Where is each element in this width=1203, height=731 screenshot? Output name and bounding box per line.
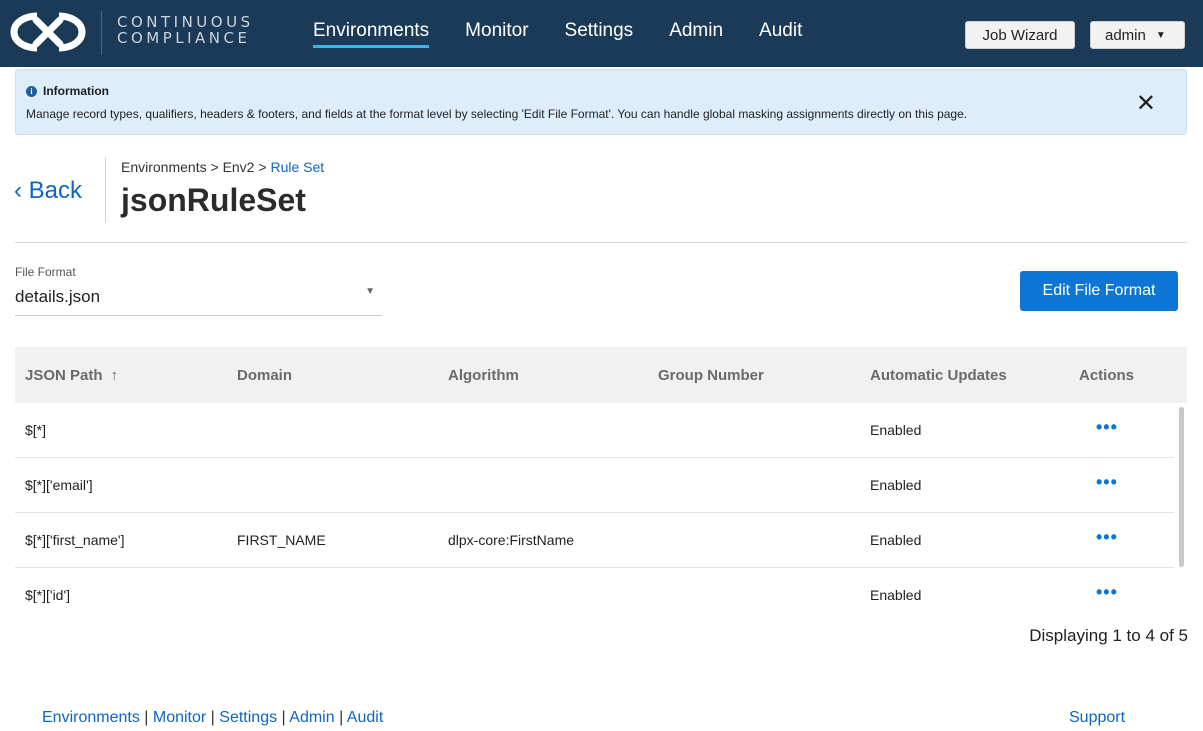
footer-separator: | (334, 709, 347, 726)
column-header-domain[interactable]: Domain (237, 367, 292, 384)
sort-ascending-icon[interactable]: ↑ (111, 367, 119, 384)
nav-settings[interactable]: Settings (565, 19, 634, 43)
table-row: $[*]['email'] Enabled ••• (15, 458, 1174, 513)
column-header-label: JSON Path (25, 367, 103, 384)
info-banner: i Information Manage record types, quali… (15, 69, 1187, 135)
table-row: $[*]['first_name'] FIRST_NAME dlpx-core:… (15, 513, 1174, 568)
title-divider (105, 157, 106, 223)
footer-link-admin[interactable]: Admin (289, 709, 334, 726)
page-title: jsonRuleSet (121, 182, 306, 218)
nav-monitor[interactable]: Monitor (465, 19, 528, 43)
breadcrumb-rule-set[interactable]: Rule Set (270, 159, 324, 175)
footer-links: Environments | Monitor | Settings | Admi… (42, 709, 383, 727)
footer-link-environments[interactable]: Environments (42, 709, 140, 726)
more-actions-icon[interactable]: ••• (1096, 473, 1118, 491)
nav-admin[interactable]: Admin (669, 19, 723, 43)
main-nav: Environments Monitor Settings Admin Audi… (313, 19, 838, 48)
brand-line-1: CONTINUOUS (117, 13, 254, 31)
cell-automatic-updates: Enabled (870, 422, 922, 438)
more-actions-icon[interactable]: ••• (1096, 583, 1118, 601)
column-header-json-path[interactable]: JSON Path ↑ (25, 367, 118, 384)
user-menu-button[interactable]: admin ▼ (1090, 21, 1185, 49)
dropdown-arrow-icon: ▼ (365, 286, 375, 297)
info-icon: i (26, 85, 37, 97)
breadcrumb-separator: > (254, 159, 271, 175)
cell-automatic-updates: Enabled (870, 477, 922, 493)
footer-separator: | (139, 709, 153, 726)
footer-link-monitor[interactable]: Monitor (153, 709, 206, 726)
top-navigation-bar: CONTINUOUS COMPLIANCE Environments Monit… (0, 0, 1203, 67)
breadcrumb-env2[interactable]: Env2 (223, 159, 255, 175)
user-menu-label: admin (1105, 26, 1146, 44)
footer-separator: | (206, 709, 220, 726)
brand-line-2: COMPLIANCE (117, 29, 251, 47)
cell-json-path: $[*]['id'] (25, 587, 71, 603)
brand-name: CONTINUOUS COMPLIANCE (117, 14, 254, 46)
column-header-algorithm[interactable]: Algorithm (448, 367, 519, 384)
column-header-group-number[interactable]: Group Number (658, 367, 764, 384)
nav-audit[interactable]: Audit (759, 19, 802, 43)
cell-json-path: $[*]['email'] (25, 477, 93, 493)
close-icon[interactable]: ✕ (1136, 92, 1156, 116)
cell-json-path: $[*]['first_name'] (25, 532, 125, 548)
table-header: JSON Path ↑ Domain Algorithm Group Number… (15, 347, 1187, 403)
column-header-actions: Actions (1079, 367, 1135, 384)
file-format-label: File Format (15, 265, 76, 279)
footer-support-link[interactable]: Support (1069, 709, 1125, 727)
footer-separator: | (277, 709, 290, 726)
back-button[interactable]: ‹ Back (14, 177, 82, 205)
breadcrumb-separator: > (206, 159, 223, 175)
table-row: $[*]['id'] Enabled ••• (15, 568, 1174, 623)
breadcrumb: Environments > Env2 > Rule Set (121, 159, 324, 175)
caret-down-icon: ▼ (1155, 29, 1166, 41)
nav-environments[interactable]: Environments (313, 19, 430, 48)
cell-json-path: $[*] (25, 422, 47, 438)
edit-file-format-button[interactable]: Edit File Format (1020, 271, 1178, 311)
more-actions-icon[interactable]: ••• (1096, 528, 1118, 546)
job-wizard-button[interactable]: Job Wizard (965, 21, 1075, 49)
cell-algorithm: dlpx-core:FirstName (448, 532, 575, 548)
table-scrollbar[interactable] (1176, 403, 1187, 621)
banner-title: i Information (26, 84, 109, 98)
delphix-logo-icon[interactable] (10, 10, 86, 54)
footer-link-settings[interactable]: Settings (219, 709, 277, 726)
breadcrumb-environments[interactable]: Environments (121, 159, 207, 175)
file-format-select[interactable]: details.json ▼ (15, 281, 382, 316)
pagination-status: Displaying 1 to 4 of 5 (1029, 626, 1188, 645)
file-format-value: details.json (15, 287, 101, 306)
column-header-automatic-updates[interactable]: Automatic Updates (870, 367, 1007, 384)
banner-title-text: Information (43, 84, 109, 98)
cell-domain: FIRST_NAME (237, 532, 326, 548)
banner-message: Manage record types, qualifiers, headers… (26, 107, 968, 121)
footer-link-audit[interactable]: Audit (347, 709, 383, 726)
cell-automatic-updates: Enabled (870, 532, 922, 548)
brand-divider (101, 11, 102, 55)
scrollbar-thumb[interactable] (1179, 407, 1184, 567)
cell-automatic-updates: Enabled (870, 587, 922, 603)
table-row: $[*] Enabled ••• (15, 403, 1174, 458)
section-divider (15, 242, 1187, 243)
more-actions-icon[interactable]: ••• (1096, 418, 1118, 436)
